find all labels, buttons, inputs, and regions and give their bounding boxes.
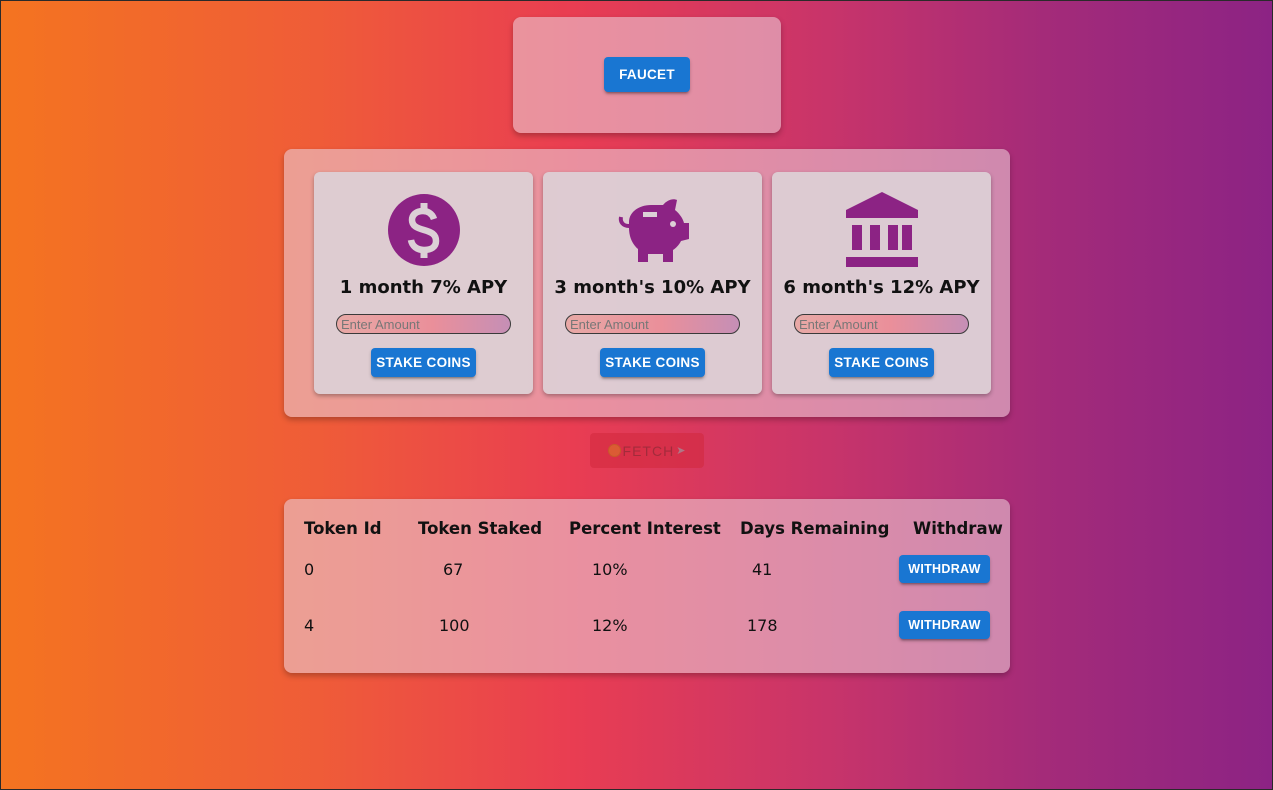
cell-token-staked: 67 — [443, 560, 464, 579]
stake-coins-button[interactable]: STAKE COINS — [600, 348, 705, 377]
fetch-label: FETCH — [622, 442, 675, 459]
stake-coins-button[interactable]: STAKE COINS — [829, 348, 934, 377]
cell-percent-interest: 12% — [592, 616, 628, 635]
cell-days-remaining: 178 — [747, 616, 778, 635]
fetch-button[interactable]: FETCH ➤ — [590, 433, 704, 468]
cell-percent-interest: 10% — [592, 560, 628, 579]
withdraw-button[interactable]: WITHDRAW — [899, 611, 990, 639]
column-header-token-id: Token Id — [304, 519, 382, 538]
amount-input[interactable] — [565, 314, 740, 334]
withdraw-button[interactable]: WITHDRAW — [899, 555, 990, 583]
cell-token-id: 0 — [304, 560, 315, 579]
coin-icon — [607, 444, 621, 457]
column-header-percent-interest: Percent Interest — [569, 519, 721, 538]
column-header-days-remaining: Days Remaining — [740, 519, 890, 538]
amount-input[interactable] — [336, 314, 511, 334]
bank-icon — [772, 192, 991, 268]
cell-days-remaining: 41 — [752, 560, 773, 579]
cell-token-staked: 100 — [439, 616, 470, 635]
plan-label: 1 month 7% APY — [339, 277, 508, 298]
staking-plans-panel: 1 month 7% APY STAKE COINS 3 month's 10%… — [284, 149, 1010, 417]
rocket-icon: ➤ — [676, 445, 687, 457]
plan-card-6-month: 6 month's 12% APY STAKE COINS — [772, 172, 991, 394]
stake-coins-button[interactable]: STAKE COINS — [371, 348, 476, 377]
cell-token-id: 4 — [304, 616, 315, 635]
column-header-withdraw: Withdraw — [913, 519, 1003, 538]
staked-tokens-table: Token Id Token Staked Percent Interest D… — [284, 499, 1010, 673]
piggy-bank-icon — [543, 192, 762, 268]
column-header-token-staked: Token Staked — [418, 519, 543, 538]
faucet-panel: FAUCET — [513, 17, 781, 133]
amount-input[interactable] — [794, 314, 969, 334]
plan-card-1-month: 1 month 7% APY STAKE COINS — [314, 172, 533, 394]
plan-label: 3 month's 10% APY — [554, 277, 751, 298]
faucet-button[interactable]: FAUCET — [604, 57, 690, 92]
plan-card-3-month: 3 month's 10% APY STAKE COINS — [543, 172, 762, 394]
dollar-circle-icon — [314, 192, 533, 268]
plan-label: 6 month's 12% APY — [783, 277, 980, 298]
